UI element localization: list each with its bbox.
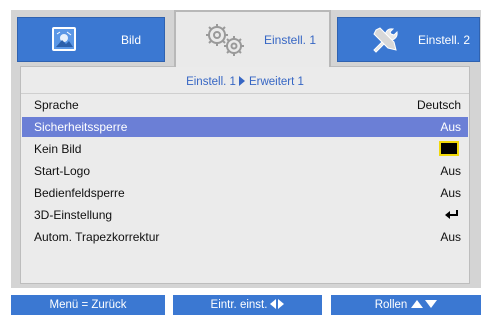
back-hint-label: Menü = Zurück	[49, 299, 127, 311]
menu-row-label: Start-Logo	[34, 164, 91, 178]
menu-row-value: Aus	[440, 230, 461, 244]
tab-label: Einstell. 2	[418, 33, 471, 47]
picture-icon	[52, 27, 76, 51]
tab-einstell-2[interactable]: Einstell. 2	[337, 17, 480, 62]
menu-row-sicherheitssperre[interactable]: Sicherheitssperre Aus	[22, 117, 468, 137]
breadcrumb-parent: Einstell. 1	[186, 76, 236, 89]
menu-row-bedienfeldsperre[interactable]: Bedienfeldsperre Aus	[22, 183, 468, 203]
menu-row-label: Sprache	[34, 98, 79, 112]
tab-label: Bild	[121, 33, 142, 47]
menu-row-label: Kein Bild	[34, 142, 82, 156]
arrow-right-icon	[278, 298, 285, 309]
menu-row-value: Aus	[440, 186, 461, 200]
footer-bar: Menü = Zurück Eintr. einst. Rollen	[11, 295, 481, 315]
adjust-hint-button[interactable]: Eintr. einst.	[173, 295, 322, 315]
menu-row-label: Sicherheitssperre	[34, 120, 128, 134]
gears-icon	[206, 24, 244, 56]
menu-panel: Einstell. 1 Erweitert 1 Sprache Deutsch S…	[20, 66, 470, 284]
back-hint-button[interactable]: Menü = Zurück	[11, 295, 165, 315]
tab-label: Einstell. 1	[264, 33, 317, 47]
arrow-up-icon	[411, 299, 424, 308]
adjust-hint-label: Eintr. einst.	[210, 299, 268, 311]
black-screen-swatch	[439, 141, 459, 156]
chevron-right-icon	[238, 76, 245, 86]
menu-row-label: 3D-Einstellung	[34, 208, 113, 222]
arrow-down-icon	[425, 299, 438, 308]
menu-row-kein-bild[interactable]: Kein Bild	[22, 139, 468, 159]
menu-row-label: Bedienfeldsperre	[34, 186, 125, 200]
menu-row-value: Deutsch	[416, 98, 461, 112]
menu-row-autom-trapezkorrektur[interactable]: Autom. Trapezkorrektur Aus	[22, 227, 468, 247]
menu-row-start-logo[interactable]: Start-Logo Aus	[22, 161, 468, 181]
menu-row-sprache[interactable]: Sprache Deutsch	[22, 95, 468, 115]
menu-row-value: Aus	[440, 120, 461, 134]
arrow-left-icon	[270, 298, 277, 309]
menu-row-value: Aus	[440, 164, 461, 178]
scroll-hint-button[interactable]: Rollen	[331, 295, 481, 315]
enter-icon	[445, 210, 458, 219]
scroll-hint-label: Rollen	[374, 299, 408, 311]
menu-row-3d-einstellung[interactable]: 3D-Einstellung	[22, 205, 468, 225]
tab-bild[interactable]: Bild	[17, 17, 165, 62]
breadcrumb: Einstell. 1 Erweitert 1	[21, 76, 469, 88]
tools-icon	[373, 27, 398, 53]
breadcrumb-current: Erweitert 1	[248, 76, 304, 89]
divider	[21, 93, 469, 94]
tab-einstell-1[interactable]: Einstell. 1	[174, 10, 331, 67]
menu-row-label: Autom. Trapezkorrektur	[34, 230, 160, 244]
